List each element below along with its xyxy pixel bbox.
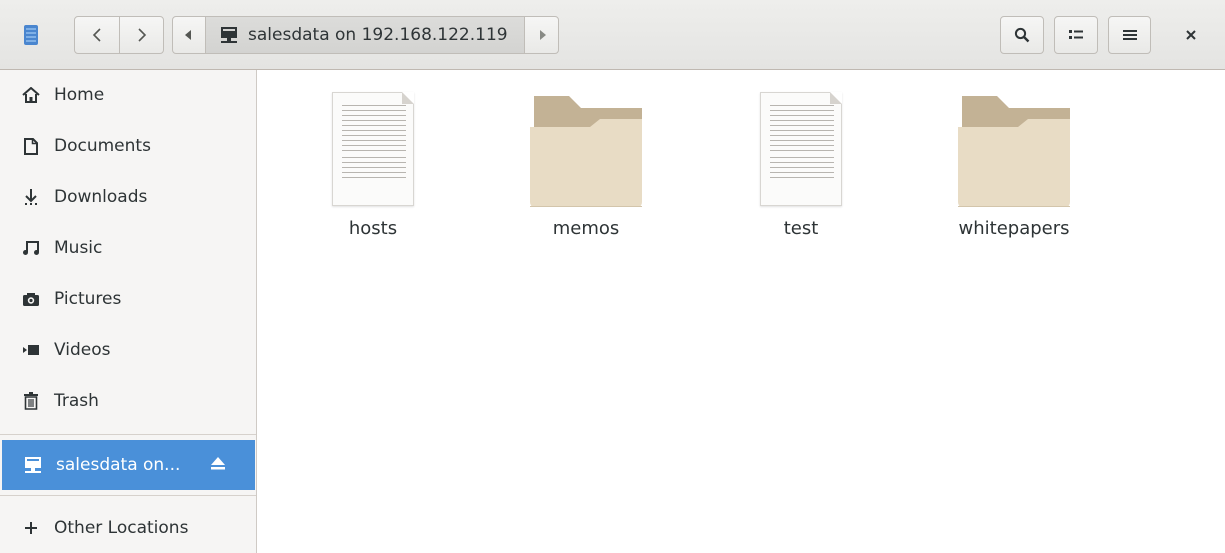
app-icon (24, 25, 38, 45)
network-share-icon (221, 27, 237, 43)
header-bar: salesdata on 192.168.122.119 (0, 0, 1225, 70)
network-share-icon (24, 456, 42, 474)
sidebar-item-other-locations[interactable]: Other Locations (0, 507, 256, 549)
sidebar-item-label: Downloads (54, 187, 148, 207)
sidebar-item-music[interactable]: Music (0, 227, 256, 269)
document-icon (22, 137, 40, 155)
sidebar-item-pictures[interactable]: Pictures (0, 278, 256, 320)
view-options-button[interactable] (1054, 16, 1098, 54)
arrow-left-icon (185, 30, 191, 40)
list-view-icon (1069, 30, 1083, 39)
close-icon (1186, 30, 1196, 40)
folder-name: memos (552, 218, 620, 239)
sidebar-item-label: Videos (54, 340, 111, 360)
eject-button[interactable] (210, 455, 226, 475)
sidebar-item-documents[interactable]: Documents (0, 125, 256, 167)
file-view: hosts memos test whitepapers (257, 70, 1225, 553)
sidebar-item-videos[interactable]: Videos (0, 329, 256, 371)
sidebar-item-label: Other Locations (54, 518, 189, 538)
trash-icon (22, 392, 40, 410)
sidebar-item-label: Documents (54, 136, 151, 156)
sidebar-item-home[interactable]: Home (0, 74, 256, 116)
path-bar: salesdata on 192.168.122.119 (172, 16, 559, 54)
arrow-right-icon (539, 30, 546, 40)
plus-icon (22, 519, 40, 537)
file-name: hosts (348, 218, 398, 239)
file-item-test[interactable]: test (716, 70, 886, 239)
file-item-hosts[interactable]: hosts (288, 70, 458, 239)
sidebar-item-label: Home (54, 85, 105, 105)
sidebar-item-downloads[interactable]: Downloads (0, 176, 256, 218)
file-item-memos[interactable]: memos (501, 70, 671, 239)
sidebar-separator (0, 434, 256, 435)
hamburger-icon (1122, 30, 1137, 40)
sidebar-item-label: Pictures (54, 289, 122, 309)
home-icon (22, 86, 40, 104)
location-label: salesdata on 192.168.122.119 (248, 25, 508, 45)
sidebar-item-salesdata[interactable]: salesdata on... (2, 440, 255, 490)
file-item-whitepapers[interactable]: whitepapers (929, 70, 1099, 239)
sidebar-item-label: Trash (54, 391, 99, 411)
menu-button[interactable] (1108, 16, 1151, 54)
sidebar-item-label: salesdata on... (56, 455, 181, 475)
text-file-icon (288, 70, 458, 210)
back-button[interactable] (74, 16, 120, 54)
chevron-right-icon (137, 28, 146, 42)
music-icon (22, 239, 40, 257)
search-icon (1014, 27, 1030, 43)
navigation-buttons (74, 16, 164, 54)
folder-icon (958, 96, 1070, 207)
search-button[interactable] (1000, 16, 1044, 54)
download-icon (22, 188, 40, 206)
path-scroll-right-button[interactable] (524, 16, 559, 54)
folder-icon (530, 96, 642, 207)
eject-icon (211, 457, 225, 470)
sidebar-separator (0, 495, 256, 496)
text-file-icon (716, 70, 886, 210)
forward-button[interactable] (119, 16, 164, 54)
sidebar-item-trash[interactable]: Trash (0, 380, 256, 422)
folder-name: whitepapers (958, 218, 1070, 239)
path-crumb-location[interactable]: salesdata on 192.168.122.119 (205, 16, 525, 54)
chevron-left-icon (92, 28, 101, 42)
camera-icon (22, 290, 40, 308)
video-icon (22, 341, 40, 359)
sidebar: Home Documents Downloads Music Pictures … (0, 70, 257, 553)
sidebar-item-label: Music (54, 238, 103, 258)
file-name: test (783, 218, 819, 239)
close-button[interactable] (1172, 16, 1210, 54)
path-scroll-left-button[interactable] (172, 16, 206, 54)
